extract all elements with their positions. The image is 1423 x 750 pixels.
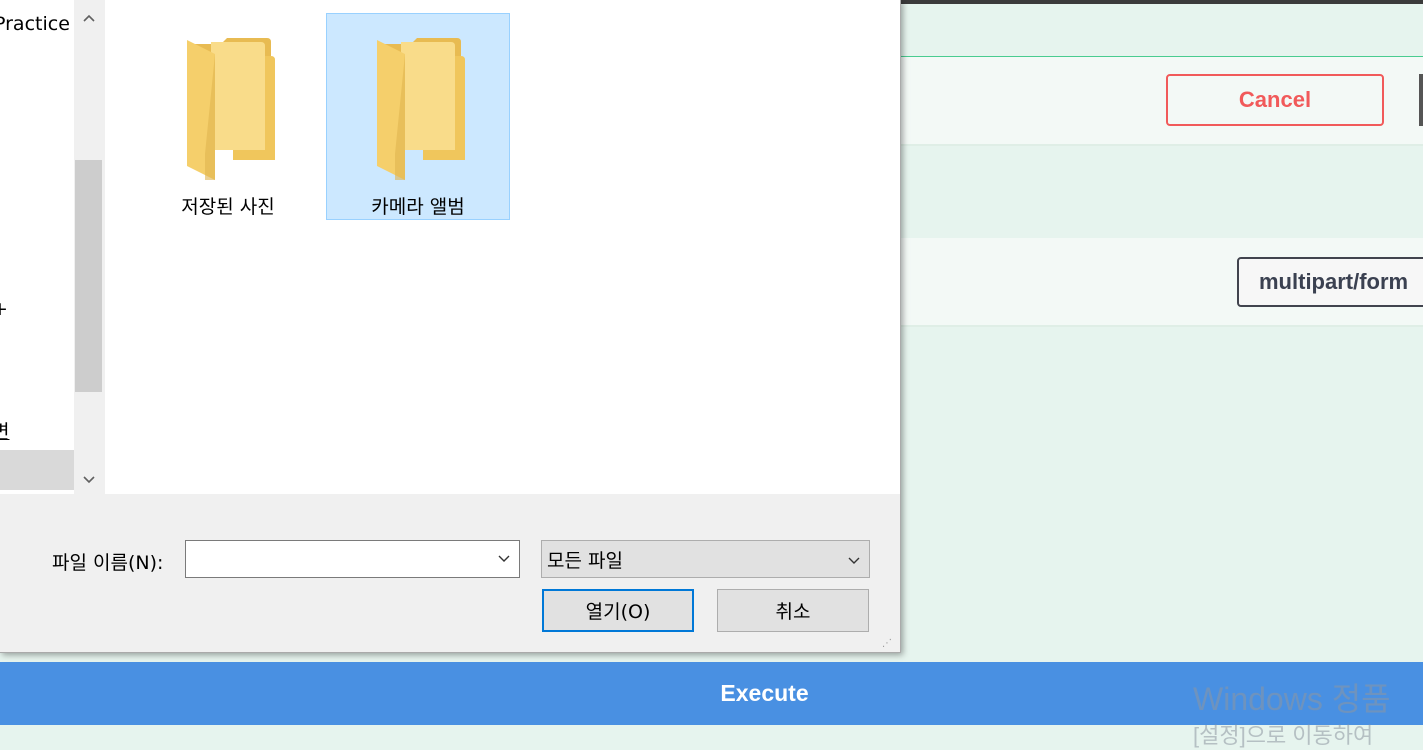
folder-item-camera-album[interactable]: 카메라 앨범 xyxy=(326,13,510,220)
scroll-thumb[interactable] xyxy=(75,160,102,392)
chevron-down-icon xyxy=(847,550,861,572)
file-open-dialog: Practice + 변 저장된 사진 xyxy=(0,0,901,653)
next-button-edge[interactable] xyxy=(1419,74,1423,126)
filename-label: 파일 이름(N): xyxy=(52,552,164,574)
file-type-value: 모든 파일 xyxy=(547,549,623,572)
open-button[interactable]: 열기(O) xyxy=(542,589,694,632)
folder-label: 저장된 사진 xyxy=(181,196,275,218)
folder-item-saved-photos[interactable]: 저장된 사진 xyxy=(136,13,320,220)
activation-watermark-subtitle: [설정]으로 이동하여 xyxy=(1193,723,1374,748)
file-list: 저장된 사진 카메라 앨범 xyxy=(105,0,900,494)
folder-icon xyxy=(187,38,275,180)
file-type-select[interactable]: 모든 파일 xyxy=(541,540,870,578)
nav-item-partial[interactable]: + xyxy=(0,298,8,320)
content-type-select[interactable]: multipart/form xyxy=(1237,257,1423,307)
resize-grip-icon[interactable]: ⋰ xyxy=(882,638,892,649)
folder-icon xyxy=(377,38,465,180)
nav-scrollbar[interactable] xyxy=(74,0,103,494)
chevron-up-icon[interactable] xyxy=(74,4,103,32)
nav-item-partial-2[interactable]: 변 xyxy=(0,417,9,444)
filename-input[interactable] xyxy=(185,540,520,578)
navigation-pane: Practice + 변 xyxy=(0,0,74,494)
chevron-down-icon[interactable] xyxy=(74,466,103,494)
nav-item-selected[interactable] xyxy=(0,450,74,490)
dialog-cancel-button[interactable]: 취소 xyxy=(717,589,869,632)
folder-label: 카메라 앨범 xyxy=(371,196,465,218)
chevron-down-icon[interactable] xyxy=(497,550,511,569)
cancel-button[interactable]: Cancel xyxy=(1166,74,1384,126)
nav-item-practice[interactable]: Practice xyxy=(0,13,70,35)
activation-watermark-title: Windows 정품 xyxy=(1193,681,1391,717)
